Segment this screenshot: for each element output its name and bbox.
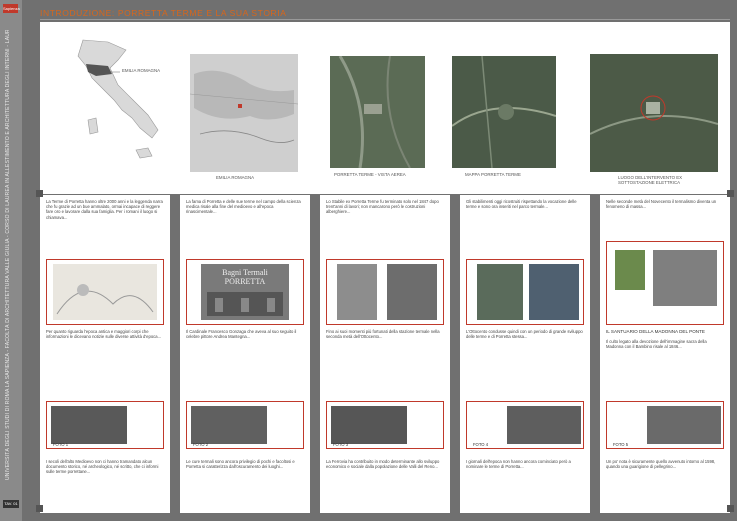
column-3-statue-image: [337, 264, 377, 320]
map-label: EMILIA ROMAGNA: [122, 68, 161, 73]
column-5-sanctuary-image: [653, 250, 717, 306]
column-4-photo-frame: FOTO 4: [466, 401, 584, 449]
italy-map: EMILIA ROMAGNA: [48, 30, 178, 180]
column-5-photo-frame: FOTO 5: [606, 401, 724, 449]
column-4-text-top: Gli stabilimenti oggi ricostruiti rispet…: [466, 199, 577, 210]
column-2-sign-image: Bagni Termali PORRETTA: [201, 264, 289, 320]
column-4: Gli stabilimenti oggi ricostruiti rispet…: [460, 195, 590, 513]
poster-board: Sapienza UNIVERSITÀ DEGLI STUDI DI ROMA …: [0, 0, 737, 521]
column-4-text-bottom: I giornali dell'epoca non hanno ancora c…: [466, 459, 571, 470]
column-4-river-image: [529, 264, 579, 320]
town-map-image: [452, 56, 556, 168]
page-title: INTRODUZIONE: PORRETTA TERME E LA SUA ST…: [40, 8, 287, 18]
column-2-foto-label: FOTO 2: [193, 442, 209, 447]
sidebar-vertical-text: UNIVERSITÀ DEGLI STUDI DI ROMA LA SAPIEN…: [5, 30, 11, 480]
column-2: La fama di Porretta e delle sue terme ne…: [180, 195, 310, 513]
column-2-text-bottom: Le cure termali sono ancora privilegio d…: [186, 459, 295, 470]
column-1-photo-frame: FOTO 1: [46, 401, 164, 449]
university-logo: Sapienza: [3, 4, 20, 13]
column-5-emblem-image: [615, 250, 645, 290]
column-5: Nelle seconde metà del Novecento il term…: [600, 195, 730, 513]
corner-marker: [36, 505, 43, 512]
title-bar: INTRODUZIONE: PORRETTA TERME E LA SUA ST…: [40, 8, 730, 22]
caption-region: EMILIA ROMAGNA: [216, 175, 255, 180]
chapel-heading: IL SANTUARIO DELLA MADONNA DEL PONTE: [606, 329, 705, 334]
column-3: Lo Stabile ex Porretta Terme fu terminat…: [320, 195, 450, 513]
corner-marker: [727, 190, 734, 197]
column-1-text-top: La Terme di Porretta hanno oltre 2000 an…: [46, 199, 163, 220]
column-3-text-mid: Fino ai suoi momenti più fortunati della…: [326, 329, 440, 340]
column-3-foto-label: FOTO 3: [333, 442, 349, 447]
corner-marker: [36, 190, 43, 197]
column-3-fountain-image: [387, 264, 437, 320]
column-1: La Terme di Porretta hanno oltre 2000 an…: [40, 195, 170, 513]
aerial-view-image: [330, 56, 425, 168]
column-2-photo: [191, 406, 267, 444]
column-4-foto-label: FOTO 4: [473, 442, 489, 447]
column-3-photo-frame: FOTO 3: [326, 401, 444, 449]
column-5-foto-label: FOTO 5: [613, 442, 629, 447]
column-5-photo: [647, 406, 721, 444]
caption-aerial: PORRETTA TERME - VISTA AEREA: [334, 172, 406, 177]
column-3-image-frame: [326, 259, 444, 325]
column-1-foto-label: FOTO 1: [53, 442, 69, 447]
column-5-text-bottom: Un po' nota è sicuramente quello avvenut…: [606, 459, 716, 470]
column-2-image-frame: Bagni Termali PORRETTA: [186, 259, 304, 325]
table-number: TAV. 01: [3, 500, 19, 508]
site-image: [590, 54, 718, 172]
title-underline: [40, 19, 730, 20]
sidebar: Sapienza UNIVERSITÀ DEGLI STUDI DI ROMA …: [0, 0, 22, 521]
column-1-photo: [51, 406, 127, 444]
column-1-image: [53, 264, 157, 320]
column-1-text-bottom: I secoli dell'alto Medioevo non ci hanno…: [46, 459, 159, 475]
column-3-text-bottom: La Ferrovia ha contribuito in modo deter…: [326, 459, 440, 470]
column-3-text-top: Lo Stabile ex Porretta Terme fu terminat…: [326, 199, 439, 215]
column-3-photo: [331, 406, 407, 444]
column-4-photo: [507, 406, 581, 444]
column-4-image-frame: [466, 259, 584, 325]
caption-town-map: MAPPA PORRETTA TERME: [465, 172, 521, 177]
column-2-text-mid: Il Cardinale Francesco Gonzaga che aveva…: [186, 329, 297, 340]
corner-marker: [727, 505, 734, 512]
column-1-image-frame: [46, 259, 164, 325]
column-5-image-frame: [606, 241, 724, 325]
column-4-landscape-image: [477, 264, 523, 320]
caption-site: LUOGO DELL'INTERVENTO EX SOTTOSTAZIONE E…: [618, 175, 683, 186]
italy-map-icon: [77, 39, 159, 159]
column-5-text-top: Nelle seconde metà del Novecento il term…: [606, 199, 717, 210]
region-map-image: [190, 54, 298, 172]
column-5-text-mid: Il culto legato alla devozione dell'imma…: [606, 339, 707, 350]
column-2-photo-frame: FOTO 2: [186, 401, 304, 449]
column-2-text-top: La fama di Porretta e delle sue terme ne…: [186, 199, 301, 215]
top-panel: EMILIA ROMAGNA EMILIA ROMAGNA PORRETTA T…: [40, 22, 730, 194]
column-4-text-mid: L'Ottocento condusse quindi con un perio…: [466, 329, 583, 340]
column-1-text-mid: Per quanto riguarda l'epoca antica e mag…: [46, 329, 162, 340]
